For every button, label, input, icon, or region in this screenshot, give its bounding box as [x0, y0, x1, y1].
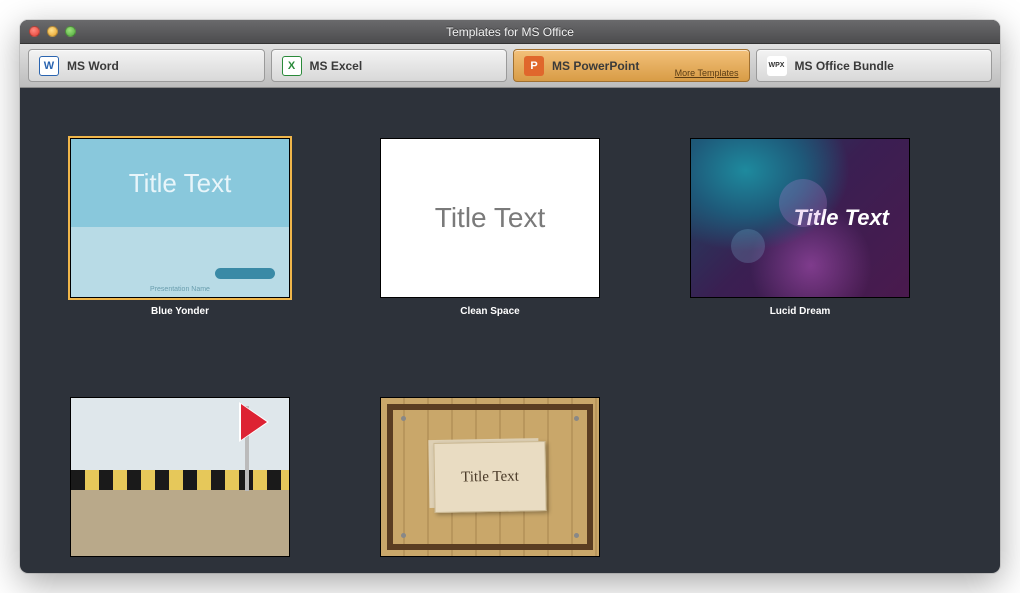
template-name: Lucid Dream	[690, 306, 910, 317]
pin-icon	[401, 533, 406, 538]
chevron-right-icon	[241, 404, 267, 440]
template-name: Blue Yonder	[70, 306, 290, 317]
tab-label: MS PowerPoint	[552, 59, 639, 73]
pin-icon	[574, 416, 579, 421]
slide-footer: Presentation Name	[71, 286, 289, 293]
tab-ms-word[interactable]: W MS Word	[28, 49, 265, 82]
stripe-decor	[71, 470, 289, 490]
template-thumb[interactable]: Title Text	[380, 138, 600, 298]
category-toolbar: W MS Word X MS Excel P MS PowerPoint Mor…	[20, 44, 1000, 88]
template-lucid-dream: Title Text Lucid Dream	[690, 138, 910, 317]
word-icon: W	[39, 56, 59, 76]
slide-title-placeholder: Title Text	[435, 202, 545, 234]
tab-label: MS Word	[67, 59, 119, 73]
tab-label: MS Office Bundle	[795, 59, 894, 73]
template-thumb[interactable]	[70, 397, 290, 557]
template-clean-space: Title Text Clean Space	[380, 138, 600, 317]
slide-title-placeholder: Title Text	[433, 441, 546, 513]
pin-icon	[574, 533, 579, 538]
template-thumb[interactable]: Title Text	[690, 138, 910, 298]
slide-title-placeholder: Title Text	[794, 205, 889, 231]
titlebar: Templates for MS Office	[20, 20, 1000, 44]
template-blue-yonder: Title Text Presentation Name Blue Yonder	[70, 138, 290, 317]
template-cork-board: Title Text	[380, 397, 600, 565]
pin-icon	[401, 416, 406, 421]
template-thumb[interactable]: Title Text Presentation Name	[70, 138, 290, 298]
tab-label: MS Excel	[310, 59, 363, 73]
template-thumb[interactable]: Title Text	[380, 397, 600, 557]
excel-icon: X	[282, 56, 302, 76]
template-name: Clean Space	[380, 306, 600, 317]
slide-accent-bar	[215, 268, 275, 279]
tab-ms-excel[interactable]: X MS Excel	[271, 49, 508, 82]
slide-title-placeholder: Title Text	[71, 139, 289, 227]
more-templates-link[interactable]: More Templates	[675, 68, 739, 78]
bundle-icon: WPX	[767, 56, 787, 76]
window-title: Templates for MS Office	[20, 25, 1000, 39]
powerpoint-icon: P	[524, 56, 544, 76]
slide-body: Presentation Name	[71, 227, 289, 297]
tab-ms-office-bundle[interactable]: WPX MS Office Bundle	[756, 49, 993, 82]
template-road-sign	[70, 397, 290, 565]
tab-ms-powerpoint[interactable]: P MS PowerPoint More Templates	[513, 49, 750, 82]
app-window: Templates for MS Office W MS Word X MS E…	[20, 20, 1000, 573]
templates-grid: Title Text Presentation Name Blue Yonder…	[20, 88, 1000, 565]
